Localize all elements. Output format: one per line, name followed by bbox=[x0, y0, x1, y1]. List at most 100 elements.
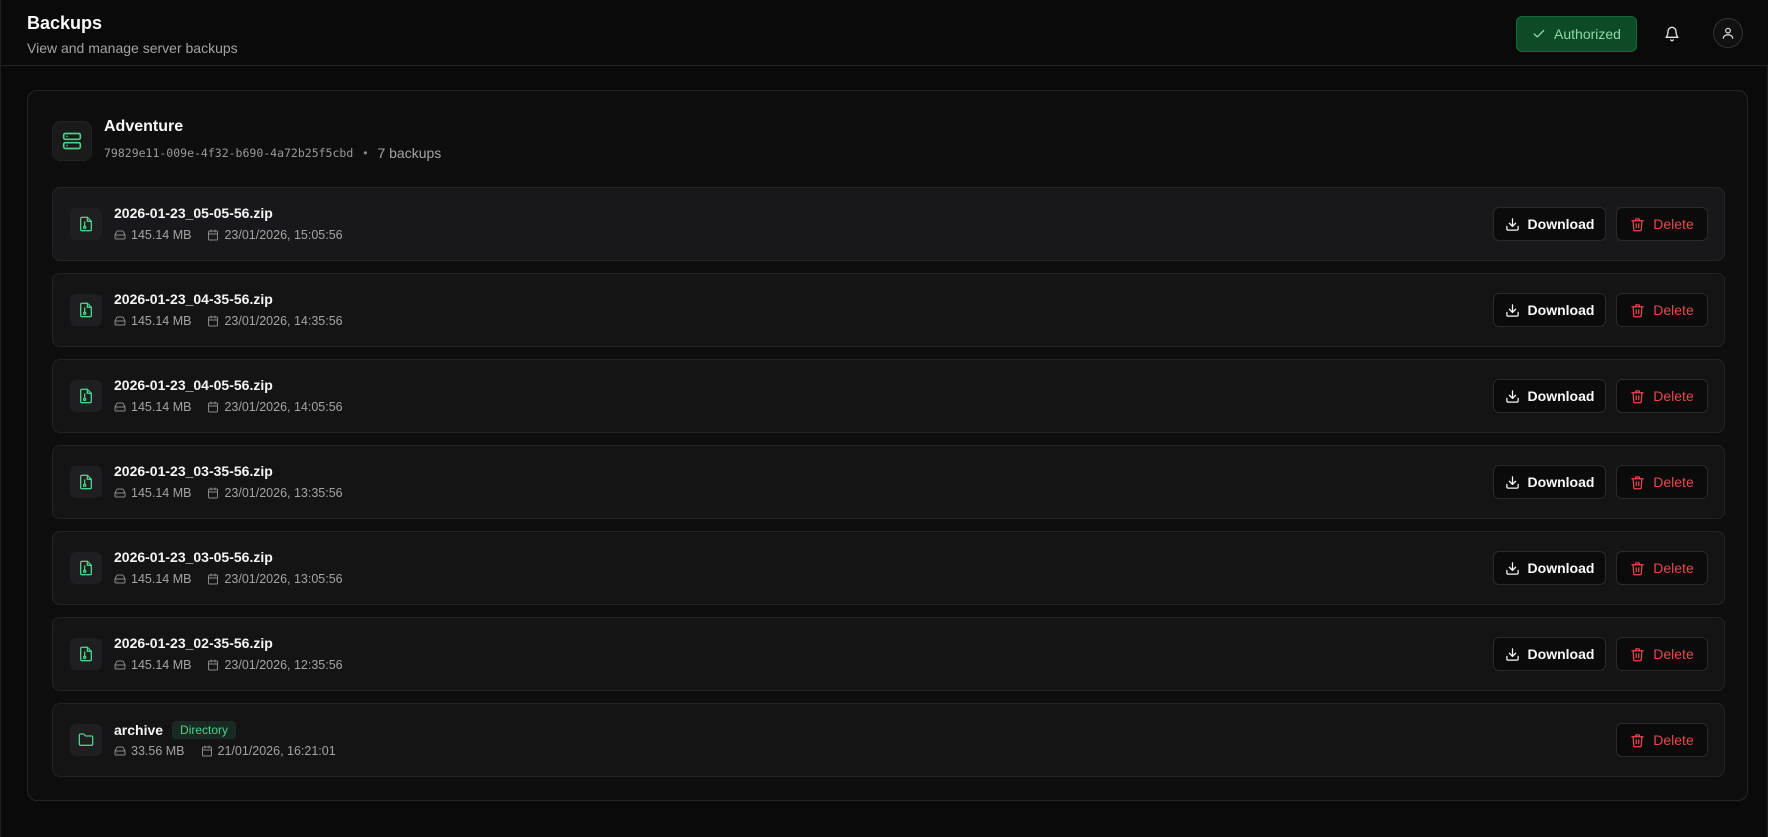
backup-size: 145.14 MB bbox=[114, 400, 191, 414]
backup-date: 23/01/2026, 13:05:56 bbox=[207, 572, 343, 586]
backup-row: 2026-01-23_05-05-56.zip 145.14 MB 23/01/… bbox=[52, 187, 1725, 261]
download-icon bbox=[1505, 389, 1520, 404]
calendar-icon bbox=[207, 573, 219, 585]
backup-meta: 145.14 MB 23/01/2026, 13:05:56 bbox=[114, 572, 343, 586]
backup-name-line: 2026-01-23_02-35-56.zip bbox=[114, 635, 273, 651]
backup-date: 21/01/2026, 16:21:01 bbox=[201, 744, 336, 758]
trash-icon bbox=[1630, 389, 1645, 404]
server-meta: 79829e11-009e-4f32-b690-4a72b25f5cbd • 7… bbox=[104, 145, 441, 161]
download-button[interactable]: Download bbox=[1493, 465, 1606, 499]
backup-date-value: 23/01/2026, 13:05:56 bbox=[224, 572, 343, 586]
backup-date-value: 21/01/2026, 16:21:01 bbox=[217, 744, 336, 758]
server-name: Adventure bbox=[104, 118, 184, 135]
backup-size: 145.14 MB bbox=[114, 572, 191, 586]
hard-drive-icon bbox=[114, 401, 126, 413]
backup-date: 23/01/2026, 14:05:56 bbox=[207, 400, 343, 414]
backup-name-line: 2026-01-23_03-05-56.zip bbox=[114, 549, 273, 565]
backup-row: archive Directory 33.56 MB 21/01/2026, 1… bbox=[52, 703, 1725, 777]
backup-meta: 33.56 MB 21/01/2026, 16:21:01 bbox=[114, 744, 336, 758]
notifications-button[interactable] bbox=[1657, 17, 1687, 51]
backup-name-line: 2026-01-23_04-35-56.zip bbox=[114, 291, 273, 307]
backup-date: 23/01/2026, 13:35:56 bbox=[207, 486, 343, 500]
trash-icon bbox=[1630, 217, 1645, 232]
file-archive-icon bbox=[70, 552, 102, 584]
backup-row: 2026-01-23_03-35-56.zip 145.14 MB 23/01/… bbox=[52, 445, 1725, 519]
delete-button[interactable]: Delete bbox=[1616, 379, 1708, 413]
trash-icon bbox=[1630, 475, 1645, 490]
backup-size-value: 145.14 MB bbox=[131, 314, 192, 328]
backup-size: 145.14 MB bbox=[114, 228, 191, 242]
download-icon bbox=[1505, 303, 1520, 318]
backup-meta: 145.14 MB 23/01/2026, 15:05:56 bbox=[114, 228, 343, 242]
hard-drive-icon bbox=[114, 659, 126, 671]
backup-size-value: 33.56 MB bbox=[131, 744, 185, 758]
backup-row: 2026-01-23_04-05-56.zip 145.14 MB 23/01/… bbox=[52, 359, 1725, 433]
download-button[interactable]: Download bbox=[1493, 379, 1606, 413]
download-button[interactable]: Download bbox=[1493, 637, 1606, 671]
check-icon bbox=[1532, 27, 1546, 41]
download-label: Download bbox=[1527, 646, 1595, 662]
delete-label: Delete bbox=[1653, 560, 1694, 576]
backup-size: 145.14 MB bbox=[114, 486, 191, 500]
top-bar: Backups View and manage server backups A… bbox=[1, 0, 1768, 66]
backup-meta: 145.14 MB 23/01/2026, 12:35:56 bbox=[114, 658, 343, 672]
download-button[interactable]: Download bbox=[1493, 207, 1606, 241]
account-button[interactable] bbox=[1713, 18, 1743, 48]
hard-drive-icon bbox=[114, 745, 126, 757]
trash-icon bbox=[1630, 561, 1645, 576]
server-id: 79829e11-009e-4f32-b690-4a72b25f5cbd bbox=[104, 146, 354, 160]
backup-date: 23/01/2026, 15:05:56 bbox=[207, 228, 343, 242]
calendar-icon bbox=[201, 745, 213, 757]
delete-label: Delete bbox=[1653, 216, 1694, 232]
delete-button[interactable]: Delete bbox=[1616, 293, 1708, 327]
backup-row: 2026-01-23_03-05-56.zip 145.14 MB 23/01/… bbox=[52, 531, 1725, 605]
delete-label: Delete bbox=[1653, 732, 1694, 748]
delete-button[interactable]: Delete bbox=[1616, 465, 1708, 499]
calendar-icon bbox=[207, 315, 219, 327]
backup-date-value: 23/01/2026, 13:35:56 bbox=[224, 486, 343, 500]
backup-size-value: 145.14 MB bbox=[131, 572, 192, 586]
delete-label: Delete bbox=[1653, 388, 1694, 404]
delete-button[interactable]: Delete bbox=[1616, 637, 1708, 671]
trash-icon bbox=[1630, 733, 1645, 748]
backup-date-value: 23/01/2026, 14:35:56 bbox=[224, 314, 343, 328]
delete-button[interactable]: Delete bbox=[1616, 551, 1708, 585]
backup-size: 145.14 MB bbox=[114, 658, 191, 672]
download-icon bbox=[1505, 217, 1520, 232]
authorized-button[interactable]: Authorized bbox=[1516, 16, 1637, 52]
backup-name: 2026-01-23_02-35-56.zip bbox=[114, 635, 273, 651]
download-icon bbox=[1505, 647, 1520, 662]
download-label: Download bbox=[1527, 474, 1595, 490]
backup-date-value: 23/01/2026, 12:35:56 bbox=[224, 658, 343, 672]
hard-drive-icon bbox=[114, 573, 126, 585]
delete-button[interactable]: Delete bbox=[1616, 207, 1708, 241]
app-frame: Backups View and manage server backups A… bbox=[0, 0, 1768, 837]
hard-drive-icon bbox=[114, 487, 126, 499]
backup-count: 7 backups bbox=[377, 145, 442, 161]
backup-row: 2026-01-23_04-35-56.zip 145.14 MB 23/01/… bbox=[52, 273, 1725, 347]
download-label: Download bbox=[1527, 388, 1595, 404]
hard-drive-icon bbox=[114, 229, 126, 241]
server-backups-card: Adventure 79829e11-009e-4f32-b690-4a72b2… bbox=[27, 90, 1748, 801]
backup-date: 23/01/2026, 12:35:56 bbox=[207, 658, 343, 672]
server-icon bbox=[52, 121, 92, 161]
download-button[interactable]: Download bbox=[1493, 551, 1606, 585]
backup-name-line: 2026-01-23_04-05-56.zip bbox=[114, 377, 273, 393]
calendar-icon bbox=[207, 659, 219, 671]
bell-icon bbox=[1664, 26, 1680, 42]
page-subtitle: View and manage server backups bbox=[27, 40, 238, 56]
delete-button[interactable]: Delete bbox=[1616, 723, 1708, 757]
calendar-icon bbox=[207, 487, 219, 499]
backup-size-value: 145.14 MB bbox=[131, 658, 192, 672]
hard-drive-icon bbox=[114, 315, 126, 327]
delete-label: Delete bbox=[1653, 646, 1694, 662]
page-title: Backups bbox=[27, 13, 103, 33]
download-label: Download bbox=[1527, 216, 1595, 232]
backup-name-line: archive Directory bbox=[114, 721, 237, 739]
backup-list: 2026-01-23_05-05-56.zip 145.14 MB 23/01/… bbox=[52, 187, 1725, 789]
download-button[interactable]: Download bbox=[1493, 293, 1606, 327]
backup-size-value: 145.14 MB bbox=[131, 228, 192, 242]
file-archive-icon bbox=[70, 466, 102, 498]
backup-meta: 145.14 MB 23/01/2026, 14:05:56 bbox=[114, 400, 343, 414]
trash-icon bbox=[1630, 303, 1645, 318]
